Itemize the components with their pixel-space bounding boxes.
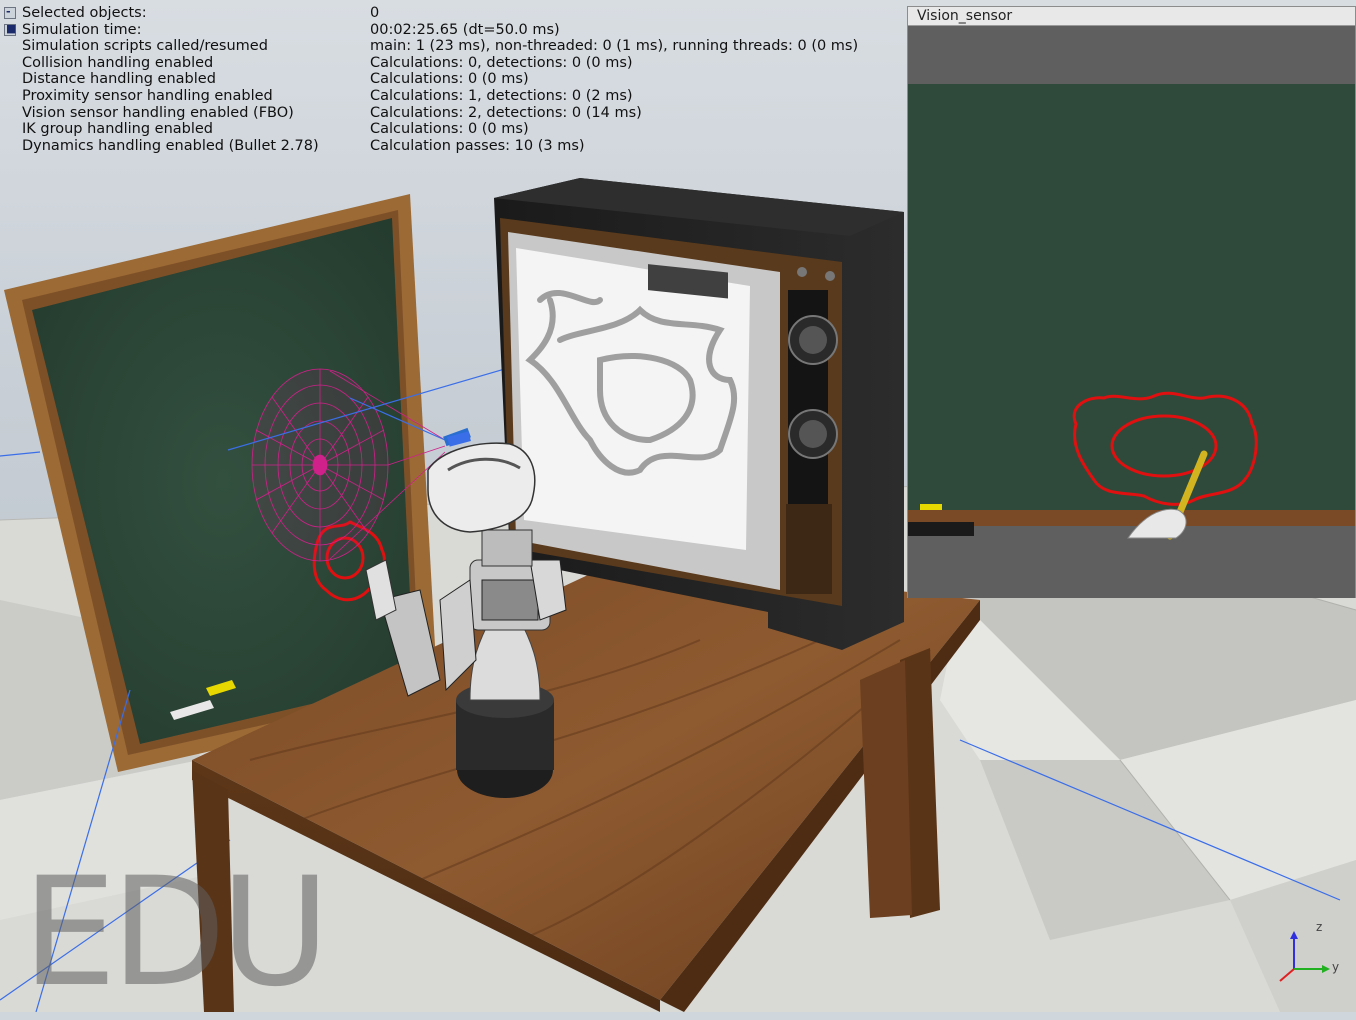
info-value: 0 [370,5,380,21]
info-label: Vision sensor handling enabled (FBO) [22,104,294,121]
info-value: Calculations: 0, detections: 0 (0 ms) [370,54,633,71]
square-icon[interactable]: ■ [4,22,16,36]
info-value: main: 1 (23 ms), non-threaded: 0 (1 ms),… [370,38,859,55]
info-label: Selected objects: [22,5,147,21]
simulation-info-panel: - Selected objects: 0 ■ Simulation time:… [4,5,904,154]
info-row-vision: Vision sensor handling enabled (FBO) Cal… [4,105,904,122]
info-row-simulation-time: ■ Simulation time: 00:02:25.65 (dt=50.0 … [4,22,904,39]
info-label: Distance handling enabled [22,71,216,88]
info-row-ik: IK group handling enabled Calculations: … [4,121,904,138]
info-row-proximity: Proximity sensor handling enabled Calcul… [4,88,904,105]
x-axis-line [1279,968,1295,982]
info-value: Calculation passes: 10 (3 ms) [370,137,585,154]
z-axis-label: z [1316,920,1322,934]
info-label: Simulation scripts called/resumed [22,38,268,55]
info-value: 00:02:25.65 (dt=50.0 ms) [370,21,560,38]
info-label: Proximity sensor handling enabled [22,87,273,104]
info-label: IK group handling enabled [22,121,213,138]
info-row-dynamics: Dynamics handling enabled (Bullet 2.78) … [4,138,904,155]
info-value: Calculations: 1, detections: 0 (2 ms) [370,87,633,104]
vision-sensor-view [908,26,1355,598]
info-label: Simulation time: [22,21,142,38]
info-row-distance: Distance handling enabled Calculations: … [4,71,904,88]
info-value: Calculations: 0 (0 ms) [370,71,529,88]
info-label: Dynamics handling enabled (Bullet 2.78) [22,137,319,154]
axis-gizmo: z y [1279,920,1339,982]
y-axis-label: y [1332,960,1339,974]
collapse-icon[interactable]: - [4,6,16,19]
info-row-collision: Collision handling enabled Calculations:… [4,55,904,72]
info-label: Collision handling enabled [22,54,214,71]
info-value: Calculations: 0 (0 ms) [370,121,529,138]
edu-watermark: EDU [22,846,330,1020]
info-value: Calculations: 2, detections: 0 (14 ms) [370,104,642,121]
info-row-selected-objects: - Selected objects: 0 [4,5,904,22]
vision-sensor-title[interactable]: Vision_sensor [908,7,1355,26]
vision-sensor-window[interactable]: Vision_sensor [907,6,1356,598]
info-row-scripts: Simulation scripts called/resumed main: … [4,38,904,55]
